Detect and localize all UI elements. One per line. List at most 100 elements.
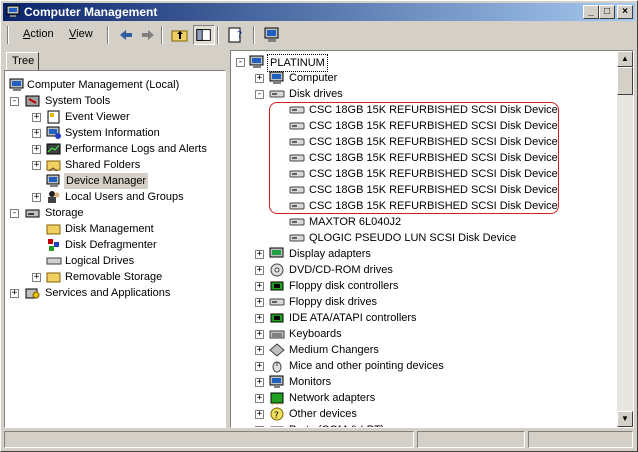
chip-icon [270,313,284,323]
device-item-label: Other devices [289,408,357,420]
tree-item-label: Local Users and Groups [65,191,184,203]
toolbar-grip [7,26,9,44]
vertical-scrollbar[interactable]: ▲ ▼ [617,51,633,427]
computer-icon [269,71,284,84]
expand-icon[interactable]: + [255,74,264,83]
collapse-icon[interactable]: - [236,58,245,67]
forward-arrow-icon[interactable] [137,25,159,45]
keyboard-icon [269,330,285,339]
title-bar[interactable]: Computer Management _ □ × [3,3,635,21]
back-arrow-icon[interactable] [115,25,137,45]
expand-icon[interactable]: + [32,161,41,170]
expand-icon[interactable]: + [255,346,264,355]
display-icon [269,247,284,258]
scroll-thumb[interactable] [617,67,633,95]
menu-action[interactable]: Action [23,28,54,40]
expand-icon[interactable]: + [32,129,41,138]
mouse-icon [272,361,282,373]
tree-item-label: Device Manager [64,173,149,189]
disk-icon [289,234,305,242]
tree-item-label: System Information [65,127,160,139]
expand-icon[interactable]: + [32,145,41,154]
device-item-label: Ports (COM & LPT) [289,422,384,427]
storage-icon [25,209,40,218]
computer-icon [9,78,24,91]
users-icon [48,191,60,203]
tree-item-label: Storage [45,207,84,219]
close-button[interactable]: × [617,5,633,19]
highlight-annotation-box [269,102,559,214]
menu-view[interactable]: View [69,28,93,40]
up-level-folder-icon[interactable] [169,25,191,45]
expand-icon[interactable]: + [255,378,264,387]
expand-icon[interactable]: + [255,314,264,323]
computer-properties-icon[interactable] [261,25,283,45]
expand-icon[interactable]: + [255,298,264,307]
window-title: Computer Management [24,5,158,19]
device-item-label: QLOGIC PSEUDO LUN SCSI Disk Device [309,232,517,244]
toolbar-separator [107,26,109,44]
expand-icon[interactable]: + [32,273,41,282]
expand-icon[interactable]: + [255,282,264,291]
tree-item-label: Event Viewer [65,111,130,123]
maximize-button[interactable]: □ [599,5,615,19]
properties-help-icon[interactable]: ? [225,25,247,45]
device-item-label: MAXTOR 6L040J2 [309,216,402,228]
computer-icon [249,55,264,68]
tree-item-label: Computer Management (Local) [27,79,180,91]
expand-icon[interactable]: + [255,410,264,419]
expand-icon[interactable]: + [255,250,264,259]
removable-storage-icon [46,272,61,283]
expand-icon[interactable]: + [255,394,264,403]
computer-management-window: Computer Management _ □ × Action View ? [0,0,638,452]
port-icon [270,426,284,427]
tree-item-label: Removable Storage [65,271,163,283]
scroll-down-button[interactable]: ▼ [617,411,633,427]
device-manager-icon [46,174,60,187]
minimize-button[interactable]: _ [583,5,599,19]
system-information-icon [46,126,61,139]
shared-folder-icon [46,160,61,172]
performance-logs-icon [46,143,61,155]
disk-management-icon [46,224,61,235]
expand-icon[interactable]: + [255,330,264,339]
device-item-label: Computer [289,72,338,84]
show-hide-tree-icon[interactable] [193,25,215,45]
expand-icon[interactable]: + [10,289,19,298]
disk-icon [269,298,285,306]
tree-item-label: Performance Logs and Alerts [65,143,207,155]
device-item-label: Display adapters [289,248,371,260]
expand-icon[interactable]: + [32,193,41,202]
svg-text:?: ? [274,411,279,421]
disk-defragmenter-icon [48,239,59,251]
tab-tree[interactable]: Tree [6,52,39,70]
tree-item-label: Disk Defragmenter [65,239,157,251]
tree-item-label: Logical Drives [65,255,135,267]
expand-icon[interactable]: + [255,426,264,427]
status-panel-3 [528,431,633,448]
tree-item-label: Disk Management [65,223,154,235]
scroll-up-button[interactable]: ▲ [617,51,633,67]
cdrom-icon [270,263,284,277]
device-item-label: DVD/CD-ROM drives [289,264,393,276]
expand-icon[interactable]: + [255,362,264,371]
collapse-icon[interactable]: - [255,90,264,99]
expand-icon[interactable]: + [255,266,264,275]
collapse-icon[interactable]: - [10,209,19,218]
logical-drive-icon [46,257,62,265]
device-item-label: Mice and other pointing devices [289,360,444,372]
device-item-label: Disk drives [289,88,343,100]
svg-text:?: ? [237,30,242,41]
toolbar-separator [217,26,219,44]
toolbar-separator [253,26,255,44]
tree-item-label: System Tools [45,95,111,107]
expand-icon[interactable]: + [32,113,41,122]
device-item-label: Floppy disk controllers [289,280,399,292]
tree-item-label: Shared Folders [65,159,141,171]
computer-management-icon [6,5,20,17]
device-item-label: Monitors [289,376,332,388]
device-item-label: Medium Changers [289,344,379,356]
collapse-icon[interactable]: - [10,97,19,106]
menu-toolbar: Action View ? [3,23,635,47]
device-item-label: Network adapters [289,392,376,404]
